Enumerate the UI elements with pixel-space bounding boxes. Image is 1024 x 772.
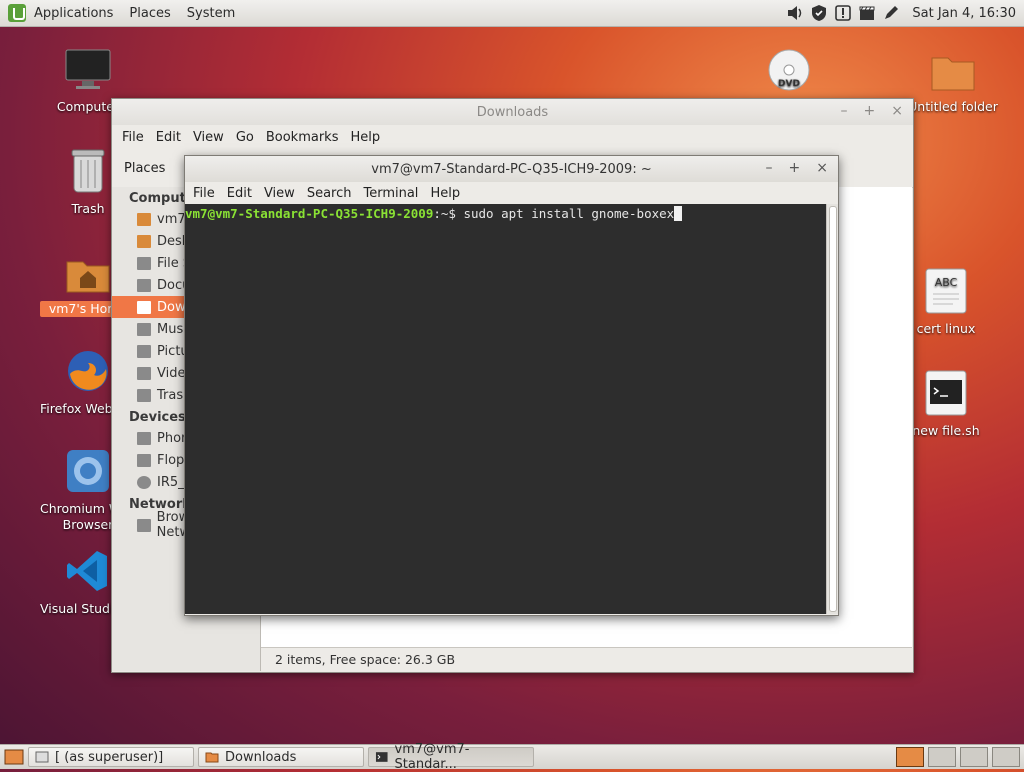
drive-icon [137,256,151,270]
mint-logo-icon[interactable] [8,4,26,22]
terminal-prompt: vm7@vm7-Standard-PC-Q35-ICH9-2009 [185,206,434,221]
maximize-icon[interactable]: + [789,160,801,176]
terminal-scrollbar[interactable] [826,204,838,614]
abc-label: ABC [935,276,958,289]
window-title: vm7@vm7-Standard-PC-Q35-ICH9-2009: ~ [371,161,652,177]
menu-view[interactable]: View [187,130,230,145]
download-folder-icon [137,300,151,314]
desktop-icon [137,234,151,248]
phone-icon [137,431,151,445]
menu-search[interactable]: Search [301,186,358,201]
terminal-menubar: File Edit View Search Terminal Help [185,182,838,204]
pen-icon[interactable] [882,4,900,22]
terminal-titlebar[interactable]: vm7@vm7-Standard-PC-Q35-ICH9-2009: ~ – +… [185,156,838,182]
menu-help[interactable]: Help [424,186,466,201]
network-icon [137,518,151,532]
terminal-window: vm7@vm7-Standard-PC-Q35-ICH9-2009: ~ – +… [184,155,839,616]
prompt-suffix: :~$ [433,206,464,221]
workspace-2[interactable] [928,747,956,767]
scrollbar-thumb[interactable] [829,206,837,612]
taskbar-item-downloads[interactable]: Downloads [198,747,364,767]
shield-icon[interactable] [810,4,828,22]
window-title: Downloads [476,104,549,120]
workspace-switcher [896,747,1020,767]
menu-edit[interactable]: Edit [150,130,187,145]
terminal-screen[interactable]: vm7@vm7-Standard-PC-Q35-ICH9-2009:~$ sud… [185,204,826,614]
minimize-icon[interactable]: – [766,160,773,176]
chromium-icon [67,450,109,492]
monitor-icon [65,49,111,89]
menu-terminal[interactable]: Terminal [357,186,424,201]
trash-icon [137,388,151,402]
menu-bookmarks[interactable]: Bookmarks [260,130,345,145]
volume-icon[interactable] [786,4,804,22]
menu-go[interactable]: Go [230,130,260,145]
window-controls: – + × [766,160,828,176]
notification-icon[interactable] [834,4,852,22]
bottom-panel: [ (as superuser)] Downloads vm7@vm7-Stan… [0,742,1024,772]
close-icon[interactable]: × [816,160,828,176]
firefox-icon [68,351,108,391]
clapperboard-icon[interactable] [858,4,876,22]
folder-icon [931,57,975,91]
shell-script-icon [925,370,967,416]
file-manager-titlebar[interactable]: Downloads – + × [112,99,913,125]
pictures-folder-icon [137,344,151,358]
menu-help[interactable]: Help [344,130,386,145]
trash-icon [71,149,105,193]
disc-icon [137,475,151,489]
folder-icon [137,278,151,292]
menu-file[interactable]: File [116,130,150,145]
clock[interactable]: Sat Jan 4, 16:30 [912,6,1016,21]
maximize-icon[interactable]: + [864,103,876,119]
desktop-icon-label: Untitled folder [908,99,998,114]
desktop-icon-dvd[interactable]: DVD [741,48,837,99]
top-panel: Applications Places System Sat Jan 4, 16… [0,0,1024,27]
terminal-command: sudo apt install gnome-boxex [463,206,675,221]
show-desktop-icon[interactable] [4,749,24,765]
music-folder-icon [137,322,151,336]
vscode-icon [67,551,107,591]
text-file-icon: ABC [925,268,967,314]
menu-system[interactable]: System [179,6,243,21]
terminal-icon [375,752,388,762]
menu-applications[interactable]: Applications [26,6,121,21]
close-icon[interactable]: × [891,103,903,119]
menu-edit[interactable]: Edit [221,186,258,201]
dvd-icon: DVD [768,49,810,91]
folder-icon [205,752,219,763]
minimize-icon[interactable]: – [841,103,848,119]
videos-folder-icon [137,366,151,380]
menu-file[interactable]: File [187,186,221,201]
taskbar-item-terminal[interactable]: vm7@vm7-Standar... [368,742,534,772]
floppy-icon [137,453,151,467]
places-dropdown[interactable]: Places [124,161,165,176]
taskbar-item-superuser[interactable]: [ (as superuser)] [28,747,194,767]
workspace-4[interactable] [992,747,1020,767]
system-tray: Sat Jan 4, 16:30 [786,0,1024,26]
home-folder-icon [66,261,110,293]
workspace-1[interactable] [896,747,924,767]
file-manager-menubar: File Edit View Go Bookmarks Help [112,125,913,149]
menu-view[interactable]: View [258,186,301,201]
menu-places[interactable]: Places [121,6,178,21]
desktop-icon-untitled-folder[interactable]: Untitled folder [898,52,1008,115]
terminal-cursor [674,206,683,221]
home-folder-icon [137,212,151,226]
status-bar: 2 items, Free space: 26.3 GB [261,647,912,671]
workspace-3[interactable] [960,747,988,767]
window-controls: – + × [841,103,903,119]
dvd-label: DVD [778,79,800,89]
window-icon [35,751,49,763]
